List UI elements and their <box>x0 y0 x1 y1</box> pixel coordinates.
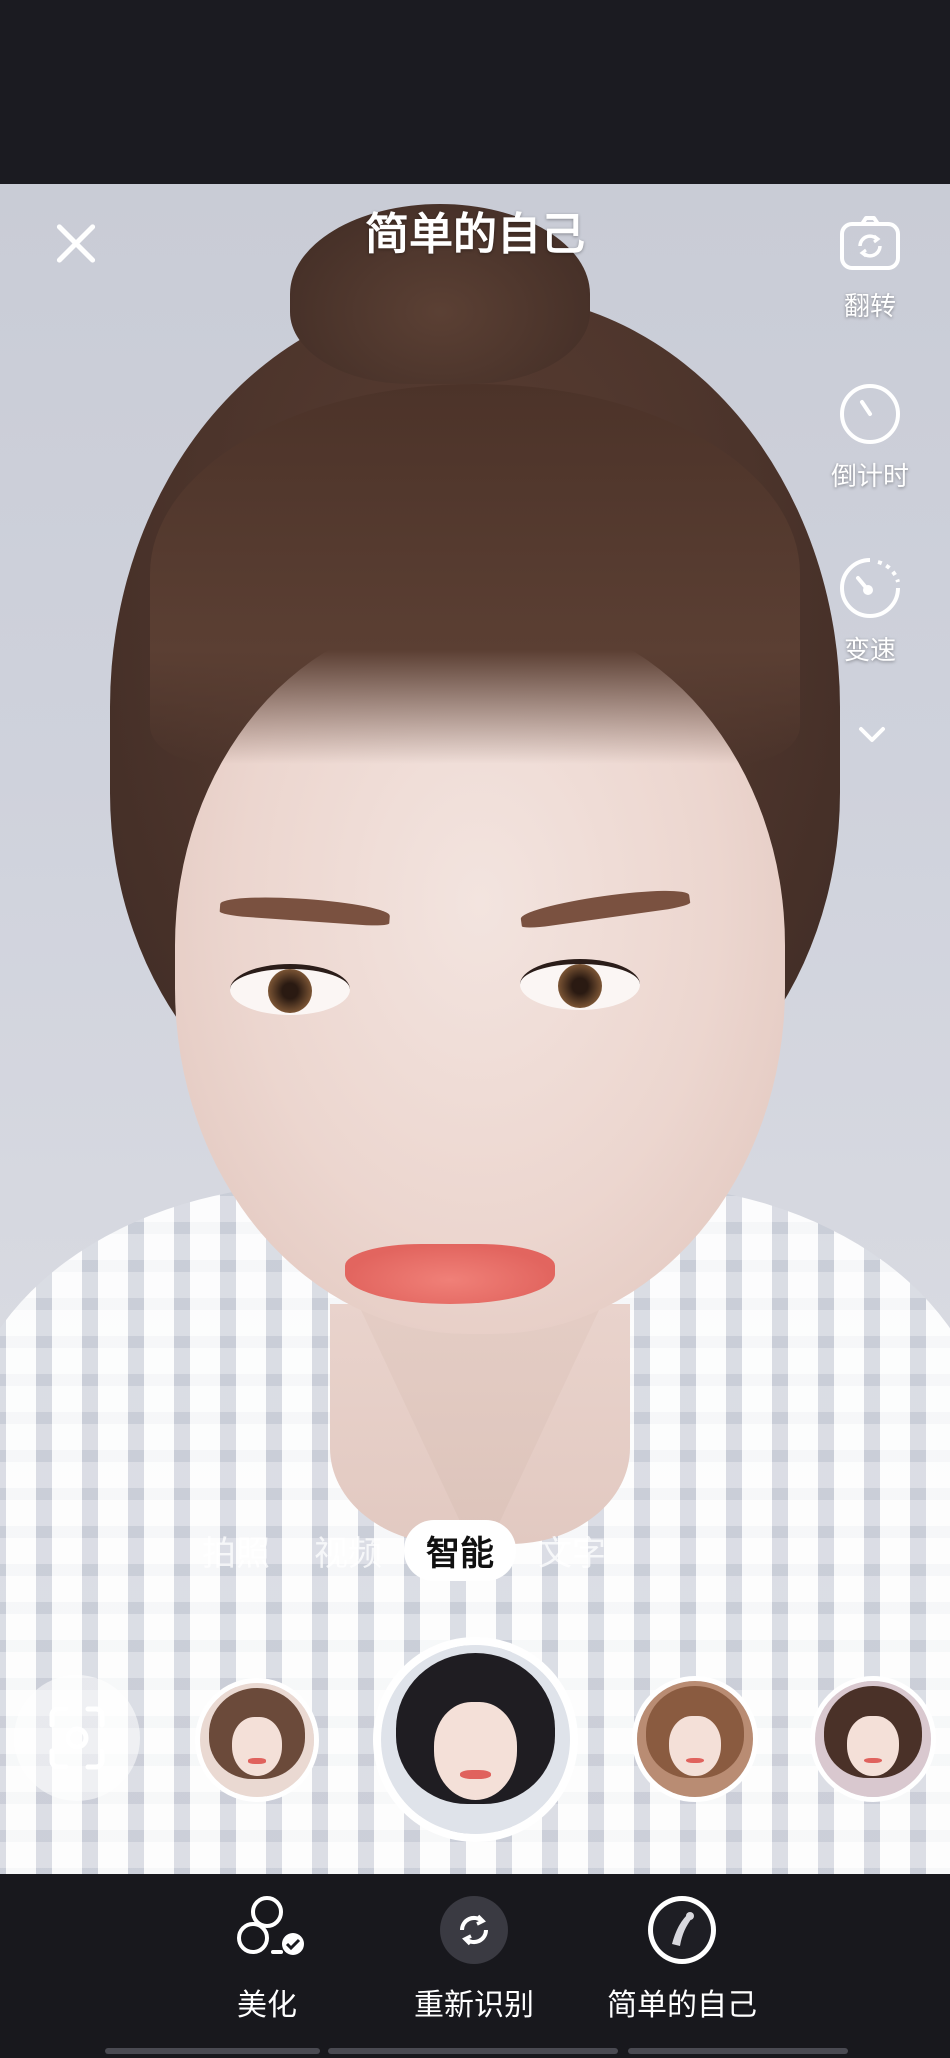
countdown-button[interactable]: 倒计时 <box>820 382 920 493</box>
chevron-down-icon[interactable] <box>857 720 887 750</box>
tab-text[interactable]: 文字 <box>516 1526 628 1575</box>
camera-flip-icon <box>838 212 902 276</box>
effect-thumbnail-3[interactable] <box>632 1676 758 1802</box>
subject-fringe <box>150 384 800 764</box>
home-indicator <box>105 2048 320 2054</box>
beautify-icon <box>231 1894 304 1966</box>
beautify-button[interactable]: 美化 <box>157 1894 377 2024</box>
face-scan-button[interactable] <box>14 1675 140 1801</box>
flip-camera-button[interactable]: 翻转 <box>820 212 920 323</box>
effect-details-label: 简单的自己 <box>607 1989 757 2022</box>
subject-lips <box>345 1244 555 1304</box>
subject-right-iris <box>558 964 602 1008</box>
re-recognize-label: 重新识别 <box>414 1989 534 2022</box>
countdown-label: 倒计时 <box>830 461 909 491</box>
tab-video[interactable]: 视频 <box>292 1526 404 1575</box>
effect-thumbnail-1[interactable] <box>195 1678 319 1802</box>
effect-thumbnail-4[interactable] <box>810 1676 936 1802</box>
home-indicator <box>628 2048 848 2054</box>
effect-thumbnail-icon <box>646 1894 718 1966</box>
effect-thumbnail-selected[interactable] <box>373 1637 578 1842</box>
thumbnail-mouth <box>247 1758 267 1764</box>
bottom-toolbar: 美化 重新识别 简单的自己 <box>0 1874 950 2058</box>
speed-button[interactable]: 变速 <box>820 556 920 667</box>
camera-viewfinder <box>0 184 950 1874</box>
tab-photo[interactable]: 拍照 <box>180 1526 292 1575</box>
re-recognize-button[interactable]: 重新识别 <box>364 1894 584 2024</box>
subject-left-iris <box>268 969 312 1013</box>
thumbnail-face <box>433 1701 518 1800</box>
thumbnail-face <box>847 1715 899 1777</box>
tab-smart[interactable]: 智能 <box>404 1519 516 1581</box>
effect-details-button[interactable]: 简单的自己 <box>572 1894 792 2024</box>
thumbnail-face <box>669 1715 721 1777</box>
timer-icon <box>838 382 902 446</box>
scan-icon <box>49 1706 105 1770</box>
flip-camera-label: 翻转 <box>843 291 896 321</box>
home-indicator <box>328 2048 618 2054</box>
close-button[interactable] <box>44 212 108 276</box>
beautify-label: 美化 <box>237 1989 297 2022</box>
status-bar-area <box>0 0 950 184</box>
thumbnail-mouth <box>460 1769 491 1780</box>
speed-label: 变速 <box>843 635 896 665</box>
effect-title: 简单的自己 <box>365 210 585 259</box>
refresh-icon <box>438 1894 510 1966</box>
speed-icon <box>838 556 902 620</box>
mode-tabs: 拍照 视频 智能 文字 <box>180 1519 628 1581</box>
